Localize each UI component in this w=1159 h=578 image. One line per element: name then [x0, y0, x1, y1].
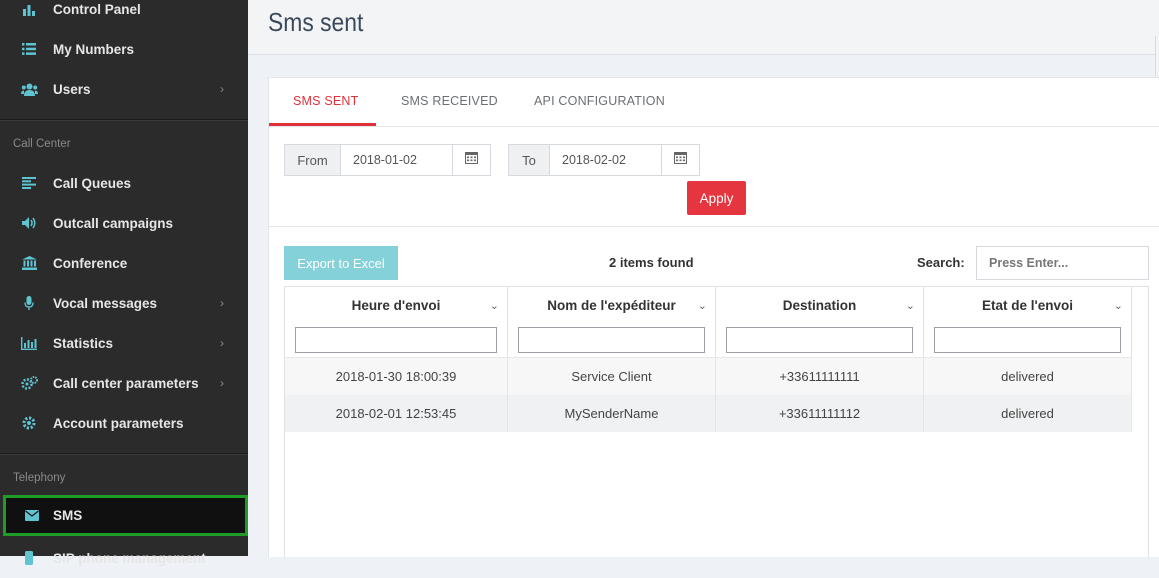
- tab-api-configuration[interactable]: API CONFIGURATION: [534, 94, 665, 108]
- bar-chart-icon: [20, 0, 38, 18]
- chevron-down-icon[interactable]: ⌄: [490, 299, 499, 312]
- users-icon: [20, 80, 38, 98]
- section-divider: [269, 226, 1159, 227]
- sidebar-item-my-numbers[interactable]: My Numbers: [0, 29, 248, 69]
- chevron-right-icon: ›: [220, 296, 224, 310]
- table-cell: +33611111112: [716, 395, 924, 432]
- column-filter-input[interactable]: [295, 327, 497, 353]
- sidebar-item-statistics[interactable]: Statistics ›: [0, 323, 248, 363]
- table-cell: delivered: [924, 395, 1132, 432]
- from-label: From: [284, 144, 341, 176]
- sidebar-item-control-panel[interactable]: Control Panel: [0, 0, 248, 29]
- column-title: Nom de l'expéditeur: [547, 298, 676, 313]
- column-filter-input[interactable]: [518, 327, 705, 353]
- phone-icon: [20, 549, 38, 567]
- column-title: Etat de l'envoi: [982, 298, 1073, 313]
- sidebar-divider: [0, 453, 248, 455]
- table-cell: Service Client: [508, 358, 716, 395]
- from-calendar-button[interactable]: [452, 144, 491, 176]
- grid-scroll-gutter: [1132, 287, 1148, 357]
- sidebar-item-sip-phone[interactable]: SIP phone management: [0, 538, 248, 578]
- sidebar-item-label: Conference: [53, 255, 128, 271]
- chevron-down-icon[interactable]: ⌄: [906, 299, 915, 312]
- sidebar-item-vocal-messages[interactable]: Vocal messages ›: [0, 283, 248, 323]
- sidebar-item-users[interactable]: Users ›: [0, 69, 248, 109]
- chevron-right-icon: ›: [220, 82, 224, 96]
- content-panel: SMS SENT SMS RECEIVED API CONFIGURATION …: [268, 77, 1159, 558]
- sidebar-item-outcall-campaigns[interactable]: Outcall campaigns: [0, 203, 248, 243]
- volume-icon: [20, 214, 38, 232]
- chevron-down-icon[interactable]: ⌄: [698, 299, 707, 312]
- tab-sms-received[interactable]: SMS RECEIVED: [401, 94, 498, 108]
- table-row[interactable]: 2018-02-01 12:53:45 MySenderName +336111…: [285, 395, 1132, 432]
- active-tab-indicator: [269, 123, 376, 126]
- to-calendar-button[interactable]: [661, 144, 700, 176]
- column-filter-input[interactable]: [726, 327, 913, 353]
- column-header-expediteur[interactable]: Nom de l'expéditeur ⌄: [508, 287, 716, 357]
- items-found-count: 2 items found: [609, 255, 694, 270]
- sidebar-item-label: Outcall campaigns: [53, 215, 174, 231]
- sidebar-item-label: Control Panel: [53, 1, 141, 17]
- tab-sms-sent[interactable]: SMS SENT: [293, 94, 359, 108]
- chevron-right-icon: ›: [220, 376, 224, 390]
- sidebar-item-sms[interactable]: SMS: [3, 495, 248, 536]
- column-header-heure[interactable]: Heure d'envoi ⌄: [285, 287, 508, 357]
- line-chart-icon: [20, 334, 38, 352]
- cogs-icon: [20, 374, 38, 392]
- sidebar-item-label: Vocal messages: [53, 295, 158, 311]
- calendar-icon: [465, 151, 478, 169]
- to-date-input[interactable]: 2018-02-02: [549, 144, 662, 176]
- table-cell: +33611111111: [716, 358, 924, 395]
- sidebar-item-label: Users: [53, 81, 91, 97]
- align-left-icon: [20, 174, 38, 192]
- calendar-icon: [674, 151, 687, 169]
- tab-bar: SMS SENT SMS RECEIVED API CONFIGURATION: [269, 78, 1159, 127]
- sidebar-item-conference[interactable]: Conference: [0, 243, 248, 283]
- table-cell: MySenderName: [508, 395, 716, 432]
- sidebar-item-label: Call center parameters: [53, 375, 199, 391]
- search-label: Search:: [917, 255, 965, 270]
- sidebar-item-label: SMS: [53, 508, 83, 523]
- table-cell: delivered: [924, 358, 1132, 395]
- column-title: Destination: [782, 298, 857, 313]
- chevron-right-icon: ›: [220, 336, 224, 350]
- table-cell: 2018-01-30 18:00:39: [285, 358, 508, 395]
- export-excel-button[interactable]: Export to Excel: [284, 246, 398, 280]
- header-edge: [1155, 36, 1159, 76]
- table-cell: 2018-02-01 12:53:45: [285, 395, 508, 432]
- column-title: Heure d'envoi: [351, 298, 441, 313]
- column-header-destination[interactable]: Destination ⌄: [716, 287, 924, 357]
- microphone-icon: [20, 294, 38, 312]
- search-input[interactable]: Press Enter...: [976, 246, 1149, 280]
- envelope-icon: [23, 507, 41, 525]
- table-row[interactable]: 2018-01-30 18:00:39 Service Client +3361…: [285, 358, 1132, 395]
- institution-icon: [20, 254, 38, 272]
- section-label-telephony: Telephony: [13, 472, 66, 484]
- sidebar-item-call-queues[interactable]: Call Queues: [0, 163, 248, 203]
- sidebar-item-account-parameters[interactable]: Account parameters: [0, 403, 248, 443]
- sidebar-item-label: My Numbers: [53, 41, 135, 57]
- column-filter-input[interactable]: [934, 327, 1121, 353]
- sidebar-item-label: Account parameters: [53, 415, 184, 431]
- page-header: Sms sent: [248, 0, 1159, 55]
- sidebar-item-label: Call Queues: [53, 175, 132, 191]
- sidebar-item-label: SIP phone management: [53, 550, 206, 566]
- sidebar-divider: [0, 119, 248, 121]
- sidebar-item-call-center-parameters[interactable]: Call center parameters ›: [0, 363, 248, 403]
- sidebar: Control Panel My Numbers Users › Call Ce…: [0, 0, 248, 566]
- apply-button[interactable]: Apply: [687, 181, 746, 215]
- list-icon: [20, 40, 38, 58]
- from-date-input[interactable]: 2018-01-02: [340, 144, 453, 176]
- section-label-call-center: Call Center: [13, 138, 71, 150]
- sms-table: Heure d'envoi ⌄ Nom de l'expéditeur ⌄ De…: [284, 286, 1149, 558]
- cog-icon: [20, 414, 38, 432]
- sidebar-item-label: Statistics: [53, 335, 114, 351]
- chevron-down-icon[interactable]: ⌄: [1114, 299, 1123, 312]
- page-title: Sms sent: [268, 7, 364, 37]
- column-header-etat[interactable]: Etat de l'envoi ⌄: [924, 287, 1132, 357]
- to-label: To: [508, 144, 550, 176]
